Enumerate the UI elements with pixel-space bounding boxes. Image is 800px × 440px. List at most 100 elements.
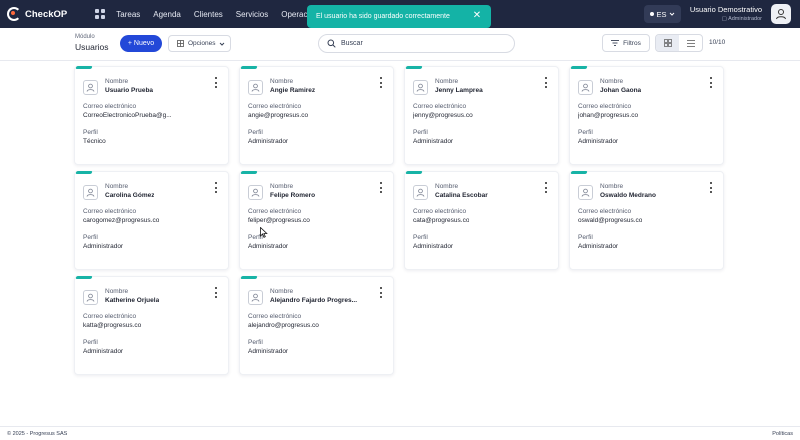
user-card[interactable]: Nombre Carolina Gómez Correo electrónico ca… (74, 171, 229, 270)
options-dropdown[interactable]: Opciones (168, 35, 231, 52)
name-label: Nombre (270, 78, 294, 85)
user-email: katta@progresus.co (83, 322, 142, 329)
card-accent (570, 66, 588, 69)
nav-item-agenda[interactable]: Agenda (153, 10, 181, 19)
user-email: alejandro@progresus.co (248, 322, 319, 329)
card-accent (75, 171, 93, 174)
nav-item-tareas[interactable]: Tareas (116, 10, 140, 19)
more-vertical-icon[interactable] (213, 287, 219, 298)
email-label: Correo electrónico (83, 313, 137, 320)
more-vertical-icon[interactable] (378, 77, 384, 88)
more-vertical-icon[interactable] (213, 77, 219, 88)
user-info[interactable]: Usuario Demostrativo ▢ Administrador (690, 5, 762, 22)
footer-copyright: © 2025 - Progresus SAS (7, 430, 68, 437)
user-icon (248, 80, 263, 95)
user-profile: Administrador (578, 243, 619, 250)
page-title: Usuarios (75, 42, 109, 52)
user-profile: Administrador (578, 138, 619, 145)
user-role: ▢ Administrador (690, 16, 762, 22)
user-icon (413, 185, 428, 200)
more-vertical-icon[interactable] (543, 77, 549, 88)
user-email: feliper@progresus.co (248, 217, 310, 224)
more-vertical-icon[interactable] (708, 182, 714, 193)
user-card[interactable]: Nombre Catalina Escobar Correo electrónico… (404, 171, 559, 270)
name-label: Nombre (435, 78, 459, 85)
card-accent (240, 276, 258, 279)
email-label: Correo electrónico (248, 208, 302, 215)
user-email: carogomez@progresus.co (83, 217, 160, 224)
user-card[interactable]: Nombre Alejandro Fajardo Progres... Correo… (239, 276, 394, 375)
more-vertical-icon[interactable] (543, 182, 549, 193)
user-avatar-button[interactable] (771, 4, 791, 24)
email-label: Correo electrónico (248, 103, 302, 110)
user-name: Alejandro Fajardo Progres... (270, 297, 358, 304)
grid-icon[interactable] (95, 9, 106, 19)
mouse-cursor-icon (260, 227, 268, 238)
profile-label: Perfil (413, 234, 428, 241)
footer: © 2025 - Progresus SAS Políticas (0, 426, 800, 440)
profile-label: Perfil (83, 234, 98, 241)
user-name: Angie Ramirez (270, 87, 316, 94)
user-icon (578, 185, 593, 200)
list-view-icon (686, 39, 695, 47)
grid-view-button[interactable] (656, 35, 679, 51)
profile-label: Perfil (248, 339, 263, 346)
filter-button[interactable]: Filtros (602, 34, 650, 52)
grid-view-icon (663, 39, 672, 47)
module-subtitle: Módulo (75, 34, 95, 40)
user-card[interactable]: Nombre Usuario Prueba Correo electrónico Co… (74, 66, 229, 165)
user-card[interactable]: Nombre Felipe Romero Correo electrónico fel… (239, 171, 394, 270)
more-vertical-icon[interactable] (213, 182, 219, 193)
user-card[interactable]: Nombre Katherine Orjuela Correo electrónic… (74, 276, 229, 375)
user-name: Carolina Gómez (105, 192, 155, 199)
user-name: Jenny Lamprea (435, 87, 483, 94)
more-vertical-icon[interactable] (378, 287, 384, 298)
profile-label: Perfil (413, 129, 428, 136)
user-icon (413, 80, 428, 95)
user-email: cata@progresus.co (413, 217, 470, 224)
nav-item-clientes[interactable]: Clientes (194, 10, 223, 19)
close-icon[interactable]: ✕ (472, 11, 482, 21)
user-name: Johan Gaona (600, 87, 642, 94)
more-vertical-icon[interactable] (378, 182, 384, 193)
app-logo[interactable]: CheckOP (7, 7, 67, 21)
new-user-button[interactable]: + Nuevo (120, 35, 162, 52)
email-label: Correo electrónico (83, 103, 137, 110)
profile-label: Perfil (83, 129, 98, 136)
search-box[interactable] (318, 34, 515, 53)
profile-label: Perfil (248, 129, 263, 136)
user-email: jenny@progresus.co (413, 112, 473, 119)
language-selector[interactable]: ES (644, 5, 681, 23)
name-label: Nombre (105, 183, 129, 190)
list-view-button[interactable] (679, 35, 702, 51)
nav-item-servicios[interactable]: Servicios (236, 10, 268, 19)
user-name: Felipe Romero (270, 192, 316, 199)
more-vertical-icon[interactable] (708, 77, 714, 88)
user-name: Catalina Escobar (435, 192, 488, 199)
user-card[interactable]: Nombre Jenny Lamprea Correo electrónico jen… (404, 66, 559, 165)
user-name: Katherine Orjuela (105, 297, 160, 304)
name-label: Nombre (270, 288, 294, 295)
user-card[interactable]: Nombre Johan Gaona Correo electrónico johan… (569, 66, 724, 165)
user-icon (248, 185, 263, 200)
user-icon (248, 290, 263, 305)
name-label: Nombre (105, 78, 129, 85)
options-label: Opciones (188, 40, 216, 47)
user-icon (83, 80, 98, 95)
user-name: Usuario Prueba (105, 87, 154, 94)
result-count: 10/10 (709, 39, 726, 46)
user-profile: Administrador (248, 243, 289, 250)
logo-icon (7, 7, 21, 21)
policies-link[interactable]: Políticas (772, 431, 793, 437)
name-label: Nombre (600, 183, 624, 190)
name-label: Nombre (270, 183, 294, 190)
language-label: ES (656, 9, 667, 19)
user-email: angie@progresus.co (248, 112, 309, 119)
user-name: Usuario Demostrativo (689, 5, 762, 14)
user-card[interactable]: Nombre Oswaldo Medrano Correo electrónico o… (569, 171, 724, 270)
email-label: Correo electrónico (413, 208, 467, 215)
user-icon (578, 80, 593, 95)
user-card[interactable]: Nombre Angie Ramirez Correo electrónico ang… (239, 66, 394, 165)
search-input[interactable] (341, 40, 491, 47)
user-name: Oswaldo Medrano (600, 192, 656, 199)
